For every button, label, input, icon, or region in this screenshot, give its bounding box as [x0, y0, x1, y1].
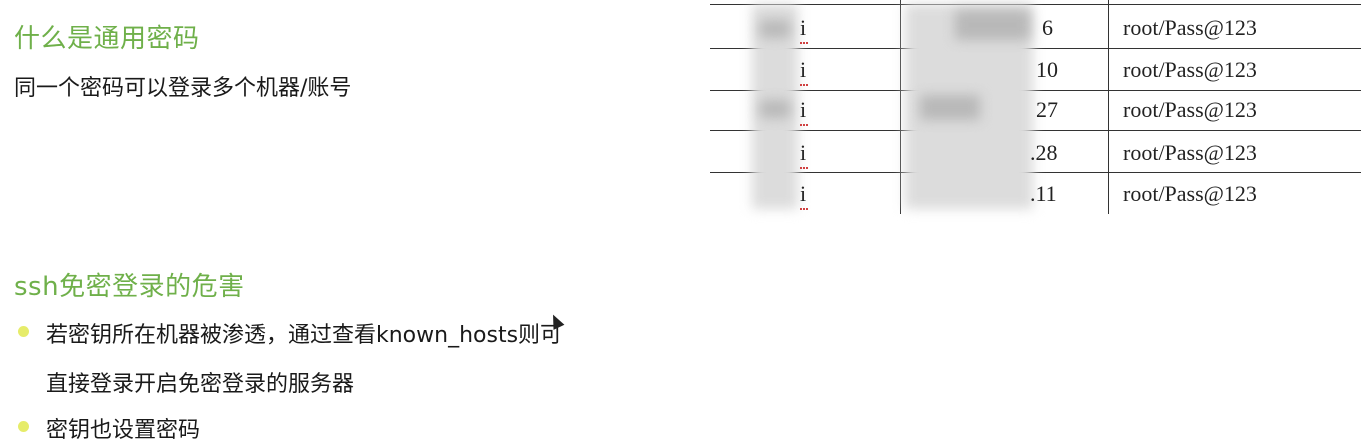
table-cell-ip: .28	[1030, 140, 1058, 165]
table-row-divider	[710, 90, 1361, 91]
table-cell-host: i	[800, 57, 807, 82]
section2-title: ssh免密登录的危害	[14, 272, 245, 302]
table-row-divider	[710, 4, 1361, 5]
table-cell-credential: root/Pass@123	[1123, 57, 1257, 82]
spellcheck-mark	[800, 81, 808, 86]
table-cell-credential: root/Pass@123	[1123, 15, 1257, 40]
redacted-block	[955, 10, 1030, 40]
table-cell-ip: 10	[1036, 57, 1058, 82]
spellcheck-mark	[800, 121, 808, 126]
redacted-block	[760, 20, 790, 38]
bullet-icon	[18, 326, 29, 337]
spellcheck-mark	[800, 164, 808, 169]
table-cell-credential: root/Pass@123	[1123, 97, 1257, 122]
redacted-block	[760, 100, 790, 118]
table-row-divider	[710, 130, 1361, 131]
table-cell-ip: 27	[1036, 97, 1058, 122]
table-cell-ip: 6	[1042, 15, 1053, 40]
section1-title: 什么是通用密码	[14, 24, 200, 54]
table-cell-credential: root/Pass@123	[1123, 181, 1257, 206]
table-cell-ip: .11	[1030, 181, 1057, 206]
section1-description: 同一个密码可以登录多个机器/账号	[14, 76, 352, 101]
spellcheck-mark	[800, 39, 808, 44]
table-row-divider	[710, 48, 1361, 49]
table-cell-host: i	[800, 97, 807, 122]
table-col-divider	[900, 0, 901, 214]
table-cell-credential: root/Pass@123	[1123, 140, 1257, 165]
bullet-1-line-2: 直接登录开启免密登录的服务器	[46, 372, 355, 397]
table-row-divider	[710, 172, 1361, 173]
redacted-block	[920, 95, 980, 120]
bullet-1-line-1: 若密钥所在机器被渗透，通过查看known_hosts则可	[46, 323, 563, 348]
table-cell-host: i	[800, 181, 807, 206]
spellcheck-mark	[800, 205, 808, 210]
table-cell-host: i	[800, 15, 807, 40]
bullet-icon	[18, 421, 29, 432]
table-cell-host: i	[800, 140, 807, 165]
bullet-2-line-1: 密钥也设置密码	[46, 418, 201, 443]
